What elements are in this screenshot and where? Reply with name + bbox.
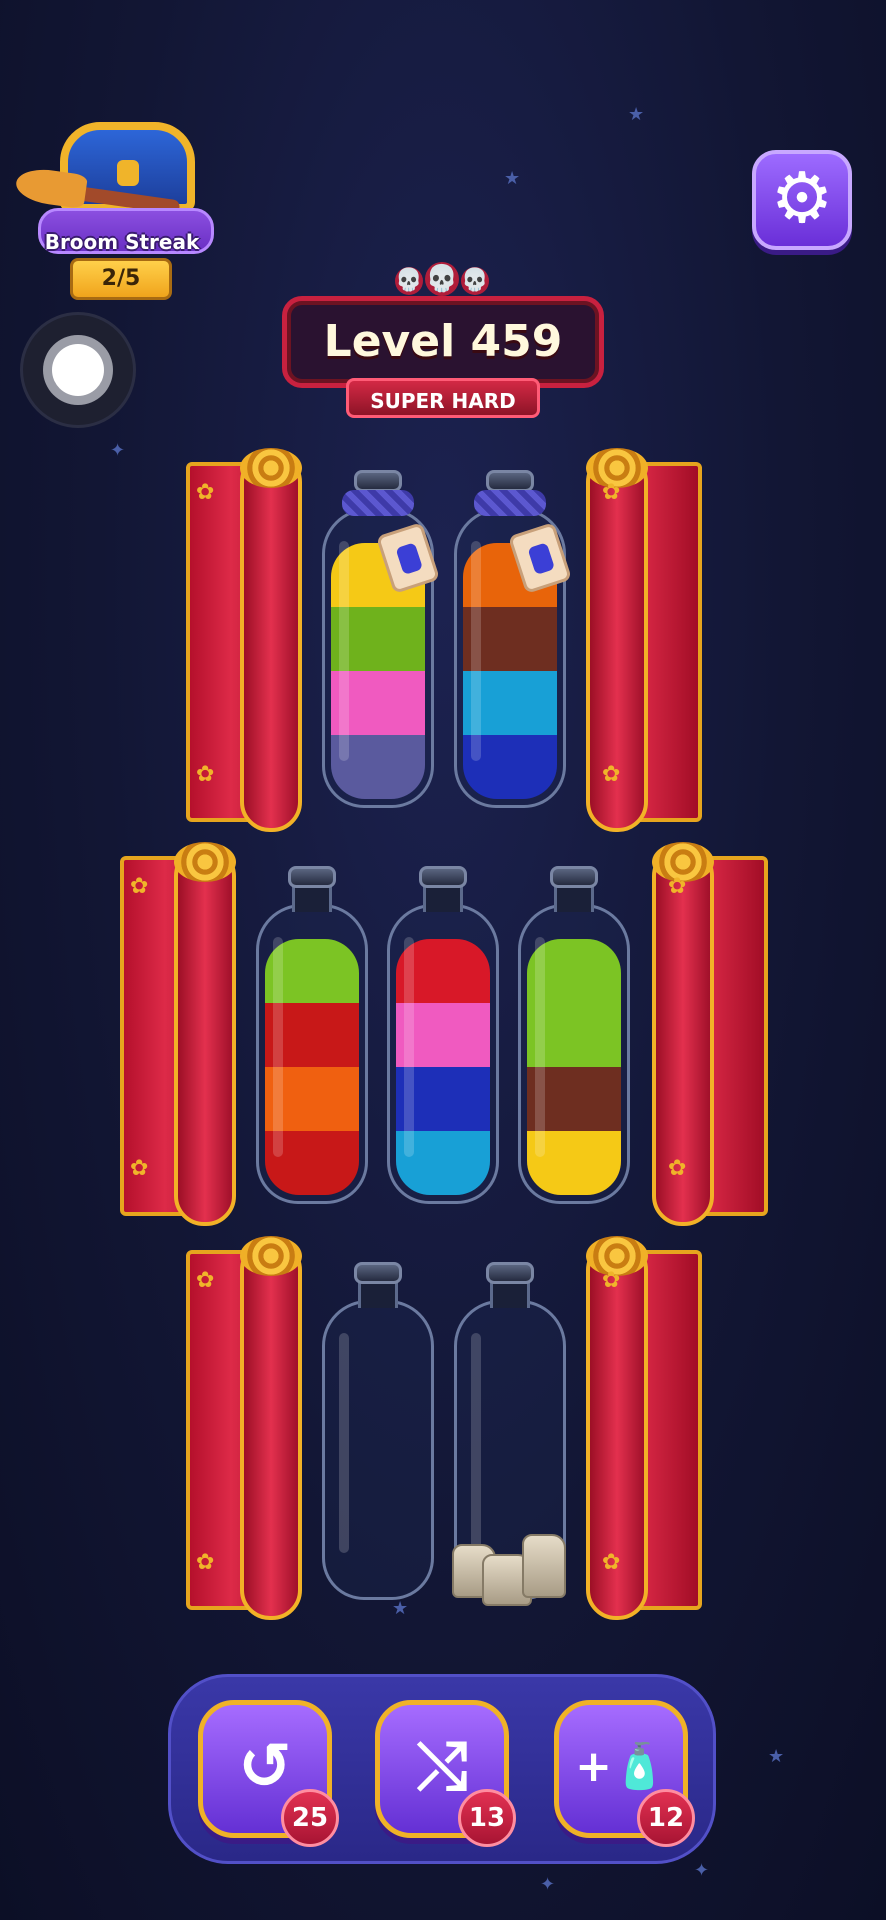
rope-lock-icon <box>342 490 414 516</box>
settings-button[interactable]: ⚙ <box>752 150 852 250</box>
level-title: Level 459 <box>323 316 563 367</box>
shuffle-button[interactable]: ⤭ 13 <box>375 1700 516 1847</box>
streak-title: Broom Streak <box>44 230 200 254</box>
tube-2[interactable] <box>454 470 573 810</box>
record-button[interactable] <box>20 312 136 428</box>
gear-icon: ⚙ <box>770 157 834 239</box>
tube-6[interactable] <box>322 1262 434 1602</box>
curtain-right: ✿ ✿ <box>582 448 702 832</box>
skull-icon: 💀 <box>425 262 459 296</box>
curtain-left: ✿ ✿ <box>120 842 240 1226</box>
add-tube-button[interactable]: +🧴 12 <box>554 1700 695 1847</box>
star-decoration: ★ <box>504 168 521 189</box>
skull-icons: 💀 💀 💀 <box>392 262 492 298</box>
curtain-left: ✿ ✿ <box>186 1236 306 1620</box>
add-tube-count-badge: 12 <box>637 1789 695 1847</box>
broom-streak-widget[interactable]: Broom Streak 2/5 <box>12 118 214 308</box>
undo-icon: ↺ <box>238 1730 292 1804</box>
streak-progress: 2/5 <box>70 258 172 300</box>
skull-icon: 💀 <box>461 267 489 295</box>
star-decoration: ★ <box>628 104 645 125</box>
difficulty-badge: SUPER HARD <box>346 378 540 418</box>
tube-5[interactable] <box>518 866 630 1206</box>
curtain-right: ✿ ✿ <box>648 842 768 1226</box>
undo-button[interactable]: ↺ 25 <box>198 1700 339 1847</box>
rope-lock-icon <box>474 490 546 516</box>
tube-1[interactable] <box>322 470 441 810</box>
star-decoration: ✦ <box>694 1860 710 1881</box>
add-tube-icon: +🧴 <box>575 1741 667 1792</box>
level-banner: 💀 💀 💀 Level 459 SUPER HARD <box>282 258 604 428</box>
skull-icon: 💀 <box>395 267 423 295</box>
rocks-obstacle <box>452 1524 572 1606</box>
shuffle-count-badge: 13 <box>458 1789 516 1847</box>
shuffle-icon: ⤭ <box>416 1730 468 1804</box>
star-decoration: ✦ <box>540 1874 556 1895</box>
curtain-right: ✿ ✿ <box>582 1236 702 1620</box>
star-decoration: ✦ <box>110 440 126 461</box>
curtain-left: ✿ ✿ <box>186 448 306 832</box>
undo-count-badge: 25 <box>281 1789 339 1847</box>
star-decoration: ★ <box>768 1746 785 1767</box>
tube-3[interactable] <box>256 866 368 1206</box>
record-dot-icon <box>52 344 104 396</box>
tube-4[interactable] <box>387 866 499 1206</box>
